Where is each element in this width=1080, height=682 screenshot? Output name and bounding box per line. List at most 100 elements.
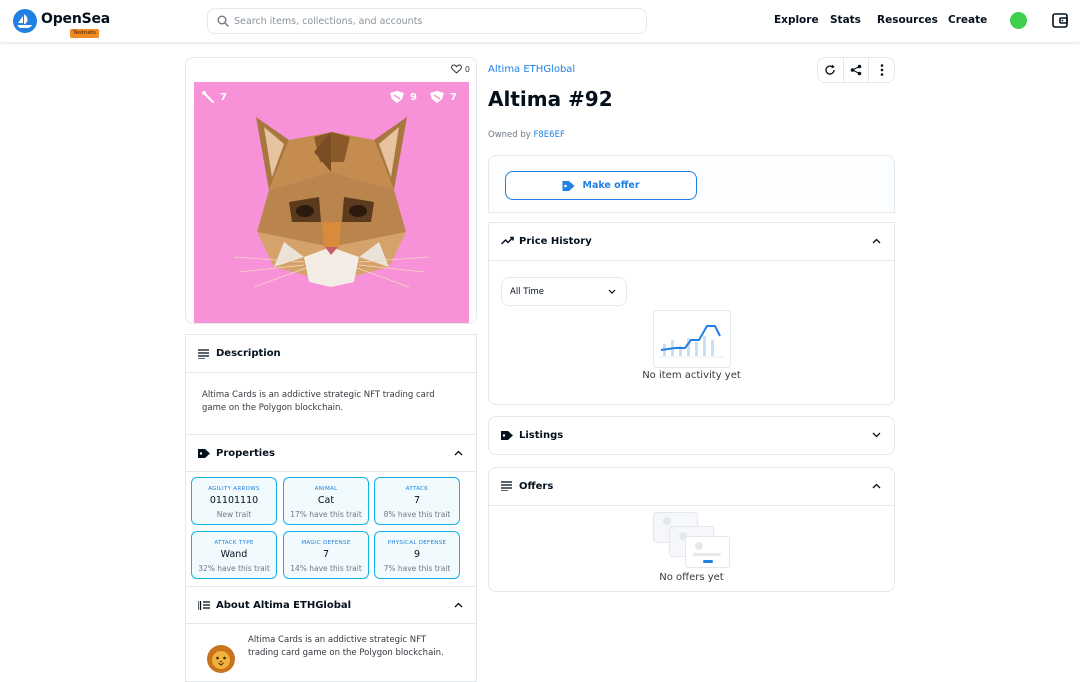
overlay-stat-mid: 9 xyxy=(389,90,417,104)
list-icon xyxy=(501,481,512,491)
details-panel: Description Altima Cards is an addictive… xyxy=(185,334,477,682)
offers-empty-text: No offers yet xyxy=(659,572,724,583)
shield-icon xyxy=(429,90,445,104)
property-animal[interactable]: ANIMAL Cat 17% have this trait xyxy=(283,477,369,525)
refresh-button[interactable] xyxy=(818,58,844,82)
offers-panel: Offers No offers yet xyxy=(488,467,895,592)
nav-explore[interactable]: Explore xyxy=(774,14,819,26)
offers-title: Offers xyxy=(519,481,554,492)
time-range-select[interactable]: All Time xyxy=(501,277,627,306)
about-title: About Altima ETHGlobal xyxy=(216,600,352,611)
profile-avatar[interactable] xyxy=(1010,12,1027,29)
property-value: 01101110 xyxy=(209,495,259,506)
about-text: Altima Cards is an addictive strategic N… xyxy=(248,635,444,658)
favorite-count-value: 0 xyxy=(464,64,470,74)
property-value: 9 xyxy=(413,549,421,560)
property-type: MAGIC DEFENSE xyxy=(301,540,351,546)
nft-image-card: 0 7 9 7 xyxy=(185,57,477,324)
properties-title: Properties xyxy=(216,448,275,459)
wand-icon xyxy=(201,90,215,104)
property-rarity: 17% have this trait xyxy=(290,510,362,519)
property-rarity: 7% have this trait xyxy=(383,564,451,573)
property-rarity: 32% have this trait xyxy=(198,564,270,573)
listings-panel[interactable]: Listings xyxy=(488,416,895,455)
listings-header[interactable]: Listings xyxy=(489,417,894,455)
search-input[interactable] xyxy=(234,13,634,30)
opensea-logo-icon[interactable] xyxy=(13,9,37,33)
offer-box: Make offer xyxy=(488,155,895,213)
tag-icon xyxy=(198,448,210,459)
collection-link[interactable]: Altima ETHGlobal xyxy=(488,64,575,75)
owner-line: Owned by F8E6EF xyxy=(488,130,565,140)
share-icon xyxy=(850,64,862,76)
brand-name[interactable]: OpenSea xyxy=(41,11,110,27)
chevron-down-icon[interactable] xyxy=(872,432,881,438)
description-title: Description xyxy=(216,348,281,359)
book-icon xyxy=(198,600,210,611)
wallet-icon[interactable] xyxy=(1052,13,1068,28)
nft-image[interactable]: 7 9 7 xyxy=(194,82,469,323)
about-header[interactable]: About Altima ETHGlobal xyxy=(186,586,476,624)
chevron-up-icon[interactable] xyxy=(454,602,463,608)
about-body: Altima Cards is an addictive strategic N… xyxy=(186,624,476,682)
property-attack-type[interactable]: ATTACK TYPE Wand 32% have this trait xyxy=(191,531,277,579)
collection-lion-logo[interactable] xyxy=(206,644,236,674)
tag-icon xyxy=(501,430,513,441)
chevron-up-icon[interactable] xyxy=(872,238,881,244)
overlay-stat-left: 7 xyxy=(201,90,227,104)
trending-up-icon xyxy=(501,236,514,245)
property-attack[interactable]: ATTACK 7 8% have this trait xyxy=(374,477,460,525)
property-magic-defense[interactable]: MAGIC DEFENSE 7 14% have this trait xyxy=(283,531,369,579)
property-value: Wand xyxy=(220,549,248,560)
overlay-stat-mid-value: 9 xyxy=(410,91,417,103)
property-value: Cat xyxy=(317,495,335,506)
property-type: ANIMAL xyxy=(314,486,338,492)
property-type: ATTACK TYPE xyxy=(214,540,254,546)
property-value: 7 xyxy=(322,549,330,560)
owner-link[interactable]: F8E6EF xyxy=(534,130,565,140)
nav-stats[interactable]: Stats xyxy=(830,14,861,26)
property-rarity: 8% have this trait xyxy=(383,510,451,519)
overlay-stat-right: 7 xyxy=(429,90,457,104)
owned-by-label: Owned by xyxy=(488,130,531,140)
search-icon xyxy=(217,15,229,27)
property-rarity: 14% have this trait xyxy=(290,564,362,573)
description-text: Altima Cards is an addictive strategic N… xyxy=(202,390,435,413)
overlay-stat-right-value: 7 xyxy=(450,91,457,103)
make-offer-label: Make offer xyxy=(582,180,640,191)
share-button[interactable] xyxy=(844,58,870,82)
cat-illustration xyxy=(233,117,430,288)
property-type: PHYSICAL DEFENSE xyxy=(387,540,447,546)
description-header[interactable]: Description xyxy=(186,335,476,373)
nav-resources[interactable]: Resources xyxy=(877,14,938,26)
item-actions xyxy=(817,57,895,83)
search-bar[interactable] xyxy=(207,8,647,34)
list-icon xyxy=(198,348,209,359)
testnets-badge: Testnets xyxy=(70,29,99,38)
property-physical-defense[interactable]: PHYSICAL DEFENSE 9 7% have this trait xyxy=(374,531,460,579)
chevron-up-icon[interactable] xyxy=(872,483,881,489)
property-type: ATTACK xyxy=(405,486,429,492)
more-options-button[interactable] xyxy=(869,58,894,82)
empty-chart-illustration xyxy=(653,310,731,368)
price-history-panel: Price History All Time No item activity … xyxy=(488,222,895,405)
time-range-value: All Time xyxy=(510,287,545,297)
property-rarity: New trait xyxy=(216,510,252,519)
properties-header[interactable]: Properties xyxy=(186,434,476,472)
property-value: 7 xyxy=(413,495,421,506)
chevron-up-icon[interactable] xyxy=(454,450,463,456)
shield-icon xyxy=(389,90,405,104)
refresh-icon xyxy=(824,64,836,76)
property-agility-arrows[interactable]: AGILITY ARROWS 01101110 New trait xyxy=(191,477,277,525)
listings-title: Listings xyxy=(519,430,564,441)
price-history-title: Price History xyxy=(519,236,592,247)
empty-offers-illustration xyxy=(653,512,731,570)
price-history-empty-text: No item activity yet xyxy=(642,370,741,381)
nav-create[interactable]: Create xyxy=(948,14,987,26)
favorite-count[interactable]: 0 xyxy=(451,64,470,74)
price-history-header[interactable]: Price History xyxy=(489,223,894,261)
make-offer-button[interactable]: Make offer xyxy=(505,171,697,200)
offers-header[interactable]: Offers xyxy=(489,468,894,506)
heart-icon xyxy=(451,64,462,74)
tag-icon xyxy=(562,180,575,191)
